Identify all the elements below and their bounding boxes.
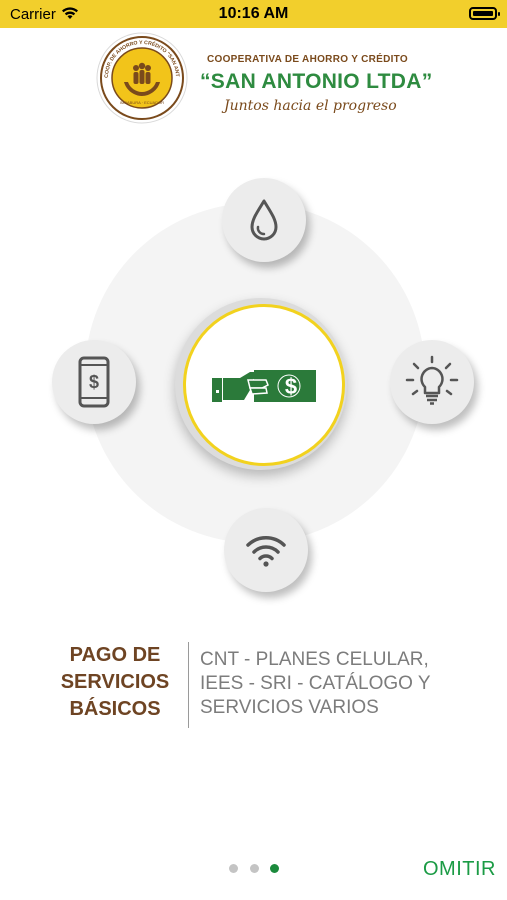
description-line: IEES - SRI - CATÁLOGO Y — [200, 673, 431, 694]
section-description: CNT - PLANES CELULAR, IEES - SRI - CATÁL… — [200, 648, 431, 720]
cooperative-name: “SAN ANTONIO LTDA” — [200, 70, 433, 93]
skip-button[interactable]: OMITIR — [423, 858, 496, 881]
svg-text:$: $ — [285, 374, 297, 399]
description-line: SERVICIOS VARIOS — [200, 697, 379, 718]
svg-text:IMBABURA · ECUADOR: IMBABURA · ECUADOR — [120, 100, 164, 105]
mobile-payment-icon: $ — [78, 356, 110, 408]
section-title-line: BÁSICOS — [69, 698, 161, 720]
wifi-icon — [246, 536, 286, 567]
cooperative-slogan: Juntos hacia el progreso — [224, 98, 397, 114]
internet-service-button[interactable] — [224, 508, 308, 592]
water-drop-icon — [250, 199, 278, 241]
cooperative-subtitle: COOPERATIVA DE AHORRO Y CRÉDITO — [207, 54, 408, 65]
light-bulb-icon — [405, 355, 459, 405]
battery-icon — [469, 7, 500, 20]
water-service-button[interactable] — [222, 178, 306, 262]
page-dot-active[interactable] — [270, 864, 279, 873]
status-bar: Carrier 10:16 AM — [0, 0, 507, 28]
mobile-payment-button[interactable]: $ — [52, 340, 136, 424]
basic-services-payment-badge: $ — [183, 304, 345, 466]
vertical-divider — [188, 642, 189, 728]
page-dot[interactable] — [250, 864, 259, 873]
section-title: PAGO DE SERVICIOS BÁSICOS — [52, 642, 178, 723]
hand-cash-payment-icon: $ — [212, 370, 316, 402]
section-title-line: PAGO DE — [69, 644, 161, 666]
electricity-service-button[interactable] — [390, 340, 474, 424]
svg-text:$: $ — [89, 372, 99, 392]
description-line: CNT - PLANES CELULAR, — [200, 649, 429, 670]
clock: 10:16 AM — [218, 5, 289, 22]
cooperative-seal-logo: COOP. DE AHORRO Y CRÉDITO "SAN ANTONIO L… — [96, 32, 188, 124]
section-title-line: SERVICIOS — [60, 671, 170, 693]
page-dot[interactable] — [229, 864, 238, 873]
